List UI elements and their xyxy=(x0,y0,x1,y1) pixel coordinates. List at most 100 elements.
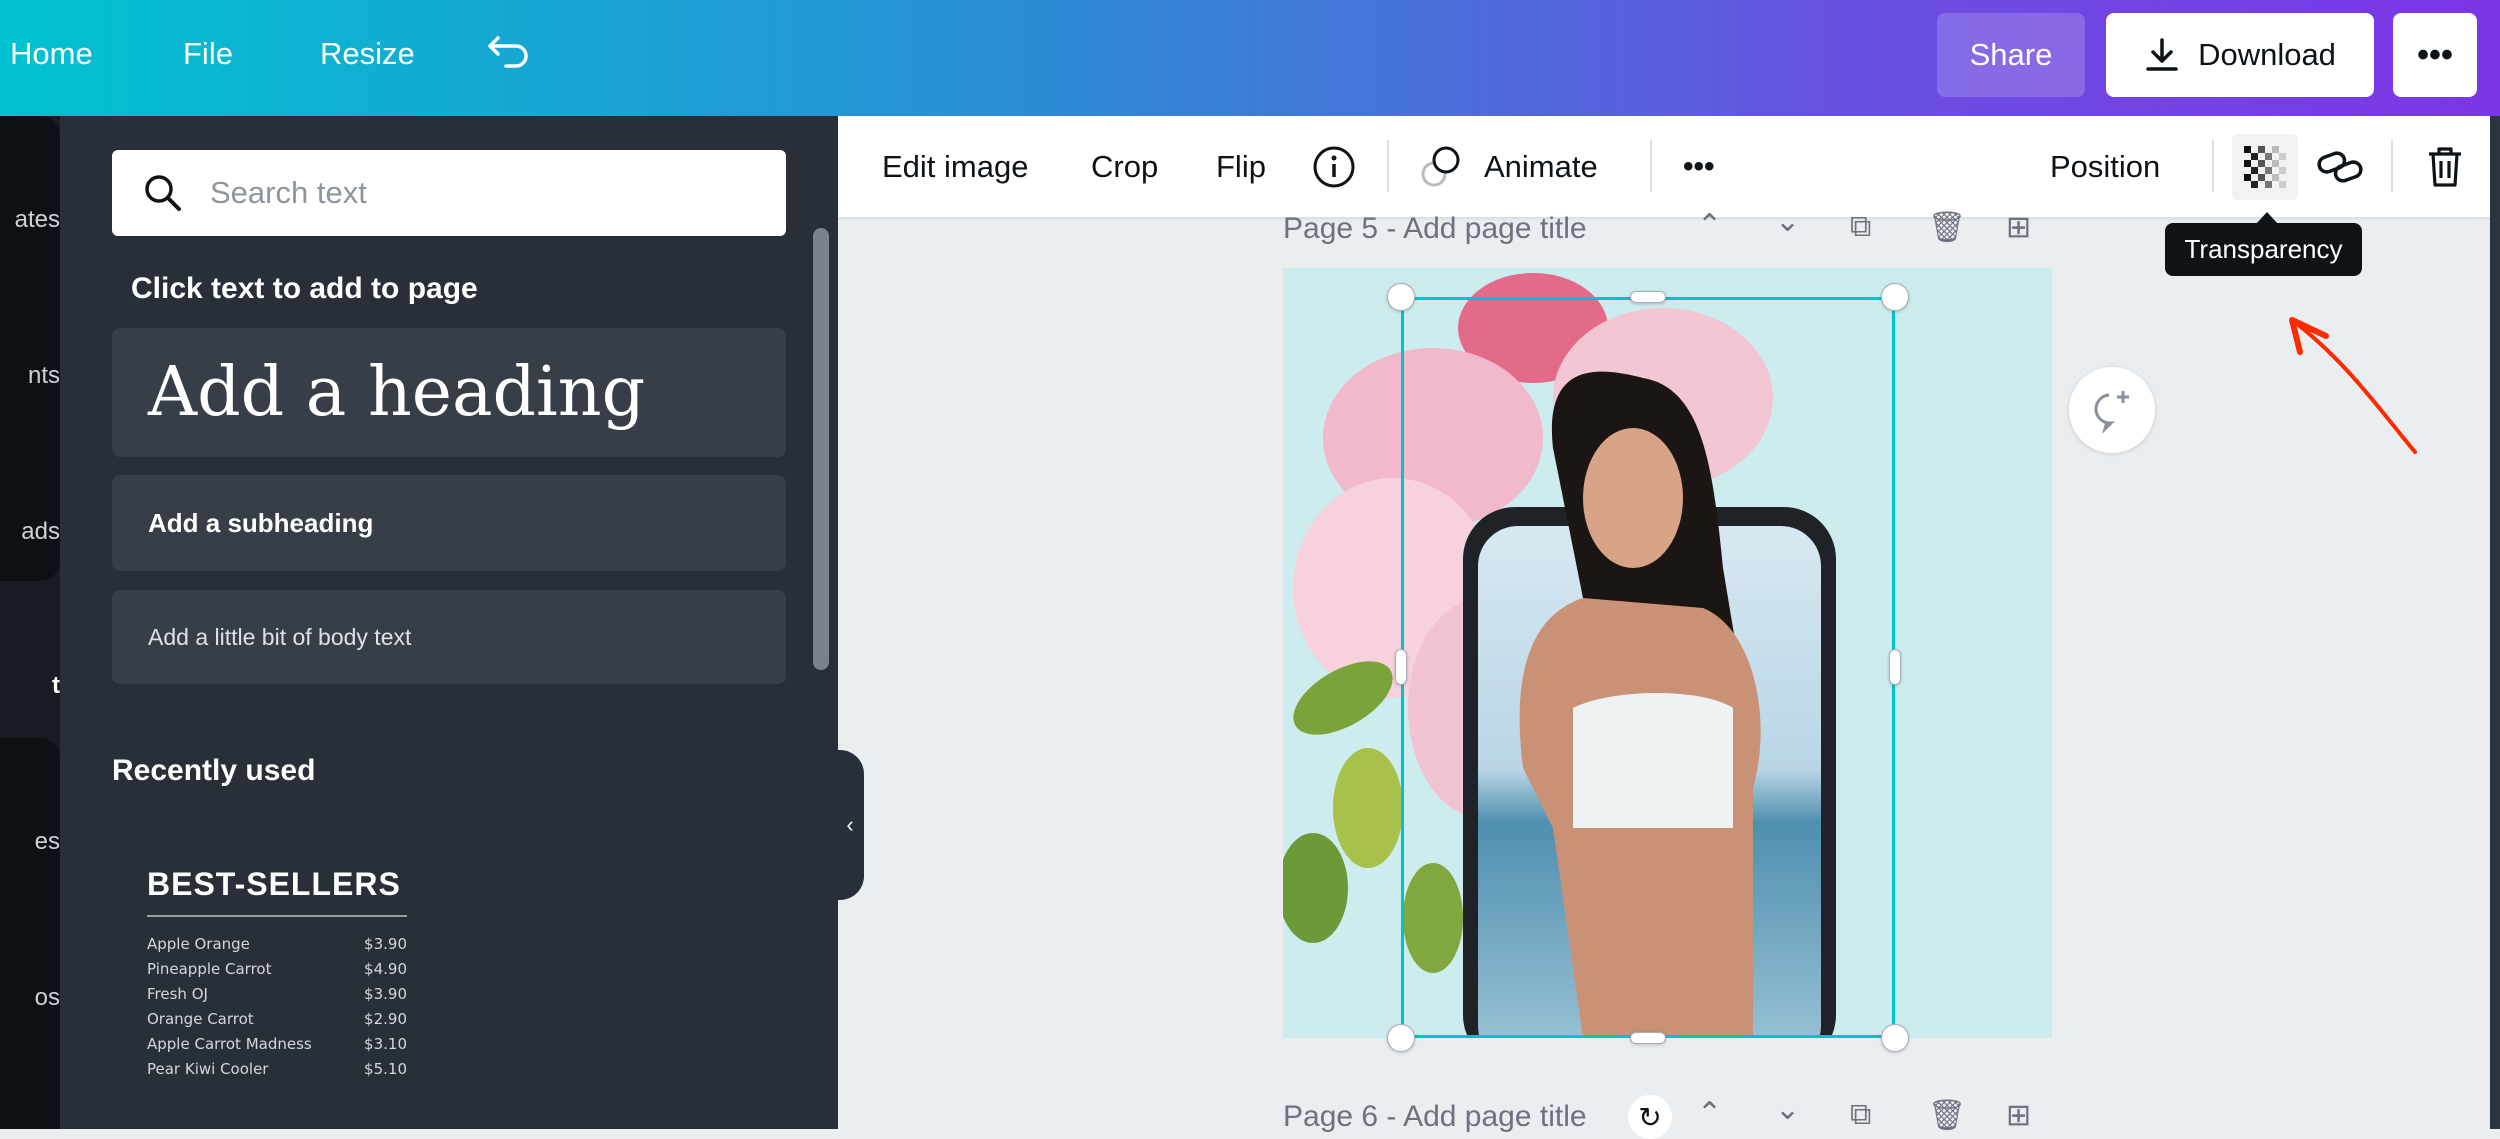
search-input[interactable]: Search text xyxy=(112,150,786,236)
rail-item-templates[interactable]: ates xyxy=(15,206,60,234)
transparency-icon xyxy=(2244,146,2286,188)
animate-button[interactable]: Animate xyxy=(1418,116,1598,217)
position-label: Position xyxy=(2050,148,2161,184)
divider xyxy=(2212,140,2214,192)
link-button[interactable] xyxy=(2316,116,2364,217)
item-price: $3.90 xyxy=(364,935,407,953)
resize-handle[interactable] xyxy=(1387,283,1415,311)
animate-label: Animate xyxy=(1484,148,1598,184)
duplicate-page-icon[interactable]: ⧉ xyxy=(1850,1098,1871,1132)
edit-image-button[interactable]: Edit image xyxy=(882,116,1028,217)
rail-item-elements[interactable]: nts xyxy=(28,362,60,390)
share-label: Share xyxy=(1969,37,2053,72)
resize-handle[interactable] xyxy=(1889,649,1901,685)
position-button[interactable]: Position xyxy=(2050,116,2160,217)
divider xyxy=(1387,140,1389,192)
refresh-icon[interactable]: ↻ xyxy=(1628,1095,1672,1139)
window-edge xyxy=(2490,116,2500,1129)
info-icon xyxy=(1313,146,1355,187)
home-menu[interactable]: Home xyxy=(10,36,93,72)
item-name: Apple Carrot Madness xyxy=(147,1035,312,1053)
context-toolbar: Edit image Crop Flip Animate ••• Positio… xyxy=(838,116,2490,217)
template-row: Fresh OJ $3.90 xyxy=(147,985,407,1010)
item-name: Pear Kiwi Cooler xyxy=(147,1060,269,1078)
side-rail: ates nts ads t es os xyxy=(0,116,60,1129)
resize-handle[interactable] xyxy=(1395,649,1407,685)
recent-template-best-sellers[interactable]: BEST-SELLERS Apple Orange $3.90 Pineapple … xyxy=(147,866,417,1106)
template-rows: Apple Orange $3.90 Pineapple Carrot $4.90 Fr… xyxy=(147,935,417,1085)
chevron-left-icon: ‹ xyxy=(846,812,854,837)
resize-handle[interactable] xyxy=(1630,291,1666,303)
move-page-up-icon[interactable]: ⌃ xyxy=(1697,208,1722,243)
rail-item-text[interactable]: t xyxy=(52,672,60,700)
template-row: Pear Kiwi Cooler $5.10 xyxy=(147,1060,407,1085)
add-comment-button[interactable] xyxy=(2069,367,2155,453)
move-page-down-icon[interactable]: ⌄ xyxy=(1775,204,1800,239)
heading-label: Add a heading xyxy=(148,353,646,432)
undo-icon[interactable] xyxy=(486,34,532,74)
body-label: Add a little bit of body text xyxy=(148,623,412,650)
page-5-title[interactable]: Page 5 - Add page title xyxy=(1283,212,1587,246)
resize-handle[interactable] xyxy=(1630,1032,1666,1044)
download-icon xyxy=(2146,38,2178,71)
rail-item-uploads[interactable]: ads xyxy=(21,518,60,546)
item-price: $5.10 xyxy=(364,1060,407,1078)
resize-handle[interactable] xyxy=(1881,283,1909,311)
transparency-button[interactable] xyxy=(2232,134,2298,200)
crop-button[interactable]: Crop xyxy=(1091,116,1158,217)
more-icon: ••• xyxy=(1683,149,1715,183)
divider xyxy=(2391,140,2393,192)
tooltip-arrow xyxy=(2256,212,2278,224)
resize-handle[interactable] xyxy=(1387,1024,1415,1052)
template-row: Apple Carrot Madness $3.10 xyxy=(147,1035,407,1060)
divider xyxy=(1650,140,1652,192)
delete-page-icon[interactable]: 🗑︎ xyxy=(1928,1098,1966,1133)
flip-button[interactable]: Flip xyxy=(1216,116,1266,217)
delete-page-icon[interactable]: 🗑︎ xyxy=(1928,210,1966,245)
item-name: Pineapple Carrot xyxy=(147,960,272,978)
item-price: $4.90 xyxy=(364,960,407,978)
rail-group xyxy=(0,116,60,581)
item-name: Apple Orange xyxy=(147,935,250,953)
annotation-arrow xyxy=(2289,317,2417,454)
add-body-text-button[interactable]: Add a little bit of body text xyxy=(112,590,786,684)
info-button[interactable] xyxy=(1312,116,1356,217)
item-price: $3.10 xyxy=(364,1035,407,1053)
flip-label: Flip xyxy=(1216,148,1266,184)
template-title: BEST-SELLERS xyxy=(147,866,401,902)
more-icon: ••• xyxy=(2417,35,2453,74)
move-page-up-icon[interactable]: ⌃ xyxy=(1697,1096,1722,1131)
delete-button[interactable] xyxy=(2426,116,2464,217)
resize-menu[interactable]: Resize xyxy=(320,36,415,72)
search-placeholder: Search text xyxy=(210,175,367,210)
crop-label: Crop xyxy=(1091,148,1159,184)
duplicate-page-icon[interactable]: ⧉ xyxy=(1850,210,1871,244)
item-name: Fresh OJ xyxy=(147,985,208,1003)
transparency-tooltip: Transparency xyxy=(2165,223,2362,276)
add-page-icon[interactable]: ⊞ xyxy=(2006,1098,2031,1133)
item-price: $3.90 xyxy=(364,985,407,1003)
move-page-down-icon[interactable]: ⌄ xyxy=(1775,1092,1800,1127)
download-button[interactable]: Download xyxy=(2106,13,2374,97)
recently-used-title: Recently used xyxy=(112,754,316,787)
add-heading-button[interactable]: Add a heading xyxy=(112,328,786,457)
resize-handle[interactable] xyxy=(1881,1024,1909,1052)
share-button[interactable]: Share xyxy=(1937,13,2085,97)
file-menu[interactable]: File xyxy=(183,36,233,72)
text-panel: Search text Click text to add to page Ad… xyxy=(60,116,838,1129)
rail-item-styles[interactable]: es xyxy=(35,828,60,856)
add-subheading-button[interactable]: Add a subheading xyxy=(112,475,786,571)
edit-image-label: Edit image xyxy=(882,148,1029,184)
selection-box[interactable] xyxy=(1401,297,1895,1038)
section-title: Click text to add to page xyxy=(131,272,478,305)
more-options-button[interactable]: ••• xyxy=(1683,116,1715,217)
link-icon xyxy=(2317,150,2363,183)
subheading-label: Add a subheading xyxy=(148,507,374,538)
add-page-icon[interactable]: ⊞ xyxy=(2006,210,2031,245)
panel-scrollbar[interactable] xyxy=(813,228,829,670)
template-row: Apple Orange $3.90 xyxy=(147,935,407,960)
rail-item-apps[interactable]: os xyxy=(35,984,60,1012)
collapse-panel-button[interactable]: ‹ xyxy=(836,750,864,900)
more-button[interactable]: ••• xyxy=(2393,13,2477,97)
template-row: Pineapple Carrot $4.90 xyxy=(147,960,407,985)
